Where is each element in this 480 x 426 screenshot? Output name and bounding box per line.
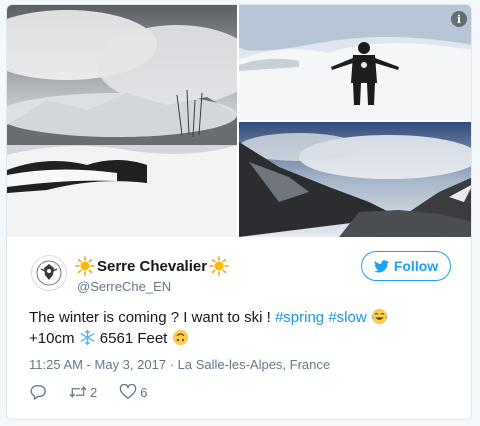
like-count: 6 bbox=[140, 384, 148, 400]
follow-label: Follow bbox=[393, 258, 439, 274]
retweet-icon bbox=[69, 386, 87, 398]
crest-logo-icon bbox=[36, 260, 62, 286]
info-icon[interactable]: i bbox=[451, 11, 467, 27]
reply-button[interactable] bbox=[29, 384, 47, 400]
display-name-row[interactable]: Serre Chevalier bbox=[75, 255, 229, 277]
tweet-meta: 11:25 AM - May 3, 2017 · La Salle-les-Al… bbox=[29, 357, 330, 372]
tweet-text-line-2: +10cm 6561 Feet bbox=[29, 328, 459, 349]
tweet-text-prefix: The winter is coming ? I want to ski ! bbox=[29, 309, 275, 326]
hashtag-slow[interactable]: #slow bbox=[328, 309, 366, 326]
timestamp[interactable]: 11:25 AM - May 3, 2017 bbox=[29, 357, 166, 372]
follow-button[interactable]: Follow bbox=[361, 251, 451, 281]
user-handle[interactable]: @SerreChe_EN bbox=[77, 279, 171, 294]
tweet-actions: 2 6 bbox=[29, 381, 169, 403]
meta-separator: · bbox=[169, 357, 175, 372]
snowflake-emoji-icon bbox=[80, 329, 95, 346]
heart-icon bbox=[120, 384, 137, 399]
tweet-card: i Serre Chevalier @SerreChe_EN Follow Th… bbox=[6, 4, 472, 420]
retweet-button[interactable]: 2 bbox=[69, 384, 97, 400]
sun-emoji-icon bbox=[75, 256, 95, 276]
photo-grid: i bbox=[7, 5, 471, 237]
altitude: 6561 Feet bbox=[99, 330, 168, 347]
retweet-count: 2 bbox=[90, 384, 98, 400]
tears-of-joy-emoji-icon bbox=[371, 308, 387, 325]
upside-down-smile-emoji-icon bbox=[172, 329, 188, 346]
avatar[interactable] bbox=[31, 255, 67, 291]
tweet-text-line-1: The winter is coming ? I want to ski ! #… bbox=[29, 307, 459, 328]
photo-valley[interactable] bbox=[239, 122, 471, 237]
hashtag-spring[interactable]: #spring bbox=[275, 309, 324, 326]
photo-person-in-snow[interactable] bbox=[239, 5, 471, 120]
tweet-text: The winter is coming ? I want to ski ! #… bbox=[29, 307, 459, 349]
display-name: Serre Chevalier bbox=[97, 257, 208, 275]
photo-snow-clouds[interactable] bbox=[7, 5, 237, 237]
twitter-bird-icon bbox=[373, 259, 389, 272]
sun-emoji-icon bbox=[209, 256, 229, 276]
like-button[interactable]: 6 bbox=[119, 384, 147, 400]
snow-depth: +10cm bbox=[29, 330, 75, 347]
reply-icon bbox=[30, 385, 46, 400]
location-link[interactable]: La Salle-les-Alpes, France bbox=[178, 357, 330, 372]
tweet-header: Serre Chevalier @SerreChe_EN Follow bbox=[7, 237, 471, 307]
